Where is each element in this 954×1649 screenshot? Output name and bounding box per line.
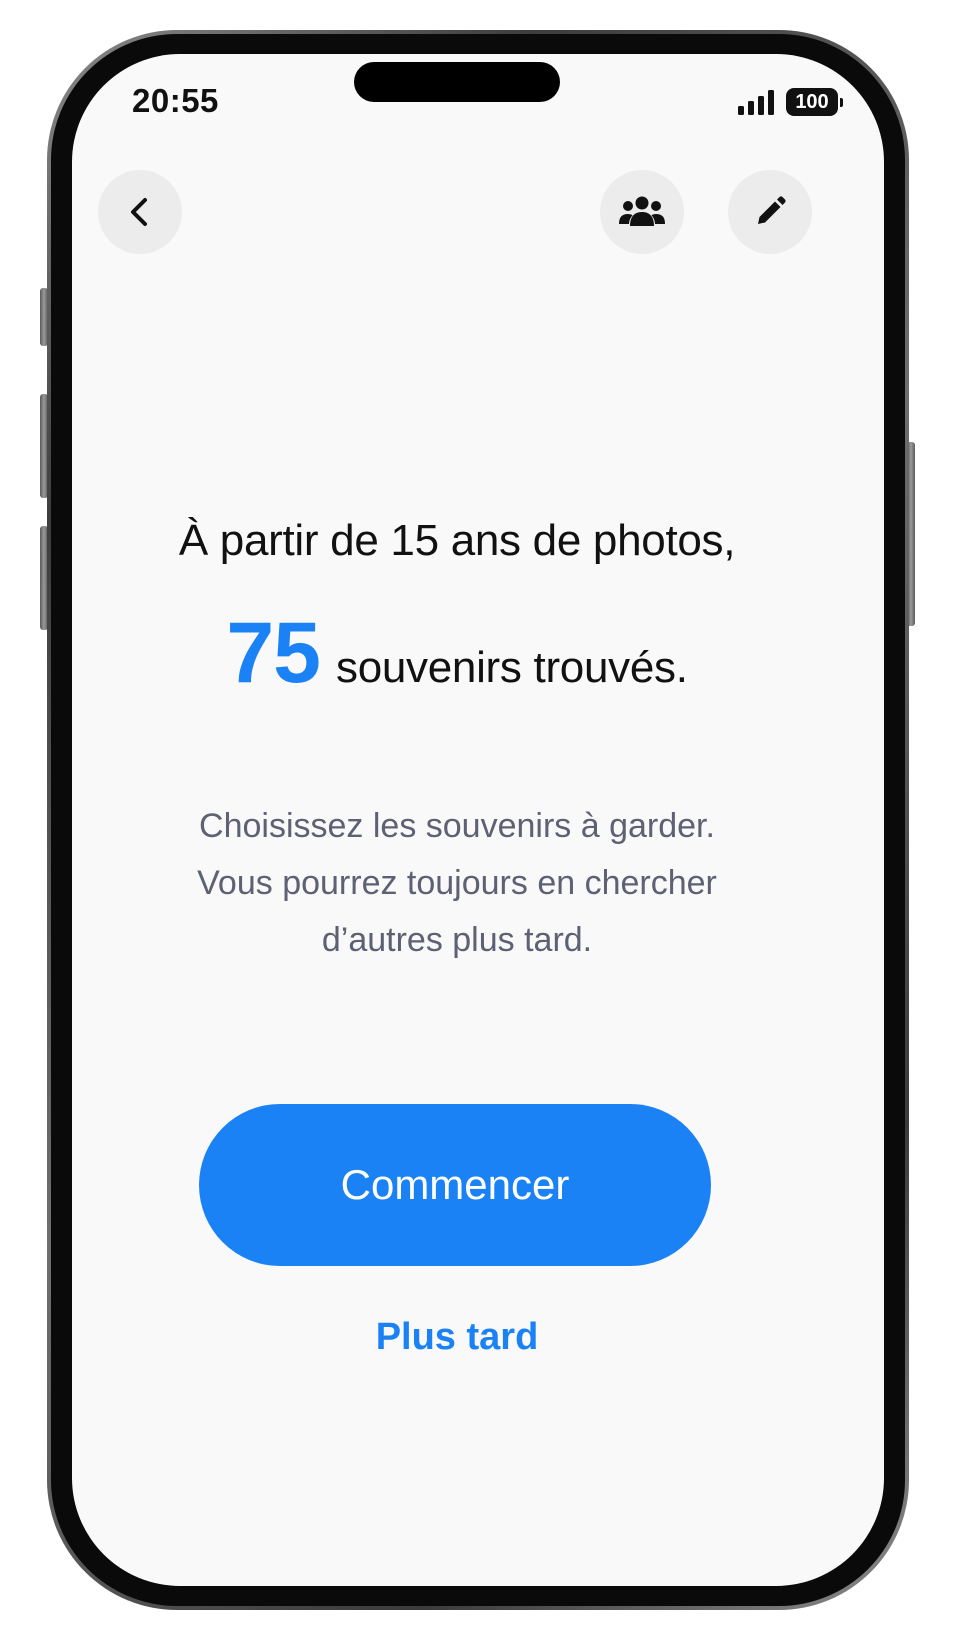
battery-icon: 100	[786, 88, 843, 116]
start-button[interactable]: Commencer	[199, 1104, 711, 1266]
edit-button[interactable]	[728, 170, 812, 254]
description-line: d’autres plus tard.	[321, 921, 593, 959]
later-button[interactable]: Plus tard	[72, 1316, 842, 1359]
description: Choisissez les souvenirs à garder. Vous …	[72, 798, 842, 969]
pencil-icon	[758, 196, 786, 224]
status-time: 20:55	[132, 82, 219, 119]
memory-count: 75	[226, 605, 321, 701]
description-line: Choisissez les souvenirs à garder.	[199, 807, 715, 845]
description-line: Vous pourrez toujours en chercher	[197, 864, 717, 902]
cellular-signal-icon	[738, 89, 774, 115]
headline: À partir de 15 ans de photos,	[178, 516, 736, 565]
chevron-left-icon	[131, 198, 147, 226]
battery-level: 100	[795, 90, 829, 113]
dynamic-island	[354, 62, 560, 102]
device-mockup: 20:55 100 À partir de 15 ans de photos, …	[0, 0, 954, 1649]
people-icon	[619, 196, 665, 226]
memory-count-label: souvenirs trouvés.	[336, 643, 688, 692]
status-indicators: 100	[738, 88, 843, 116]
phone-screen: 20:55 100 À partir de 15 ans de photos, …	[72, 54, 884, 1586]
memory-count-line: 75 souvenirs trouvés.	[72, 604, 842, 703]
back-button[interactable]	[98, 170, 182, 254]
people-button[interactable]	[600, 170, 684, 254]
